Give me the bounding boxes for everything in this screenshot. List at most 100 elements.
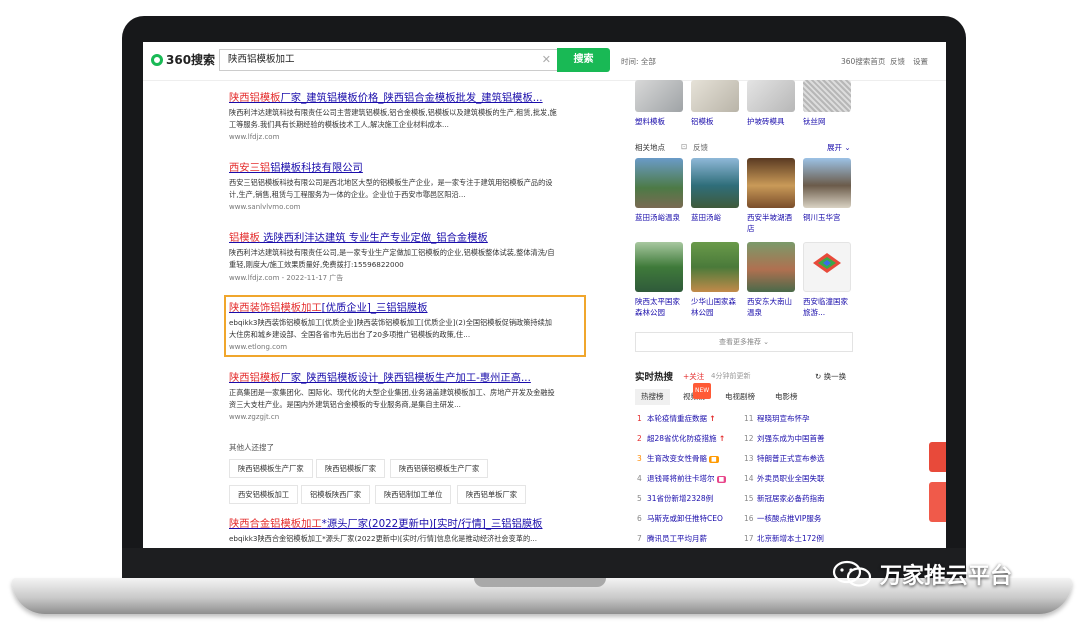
place-image[interactable] <box>803 158 851 208</box>
product-caption[interactable]: 铝模板 <box>691 116 714 127</box>
result-url[interactable]: www.lfdjz.com - 2022-11-17 广告 <box>229 273 559 283</box>
hot-item[interactable]: 3 生育改变女性骨骼 ■ <box>637 453 719 464</box>
result-item: 陕西合金铝模板加工*源头厂家(2022更新中)[实时/行情]_三铝铝膜板 ebq… <box>229 518 559 545</box>
place-caption[interactable]: 西安东大南山温泉 <box>747 296 795 318</box>
hot-item[interactable]: 14 外卖员职业全国失联 <box>744 473 825 484</box>
place-image[interactable] <box>635 242 683 292</box>
related-chip[interactable]: 陕西铝模板生产厂家 <box>229 459 313 478</box>
hot-item[interactable]: 15 新冠居家必备药指南 <box>744 493 825 504</box>
result-desc: 陕西利沣达建筑科技有限责任公司,是一家专业生产定做加工铝模板的企业,铝模板整体试… <box>229 248 555 269</box>
feedback-link[interactable]: 反馈 <box>890 56 905 67</box>
result-desc: 陕西利沣达建筑科技有限责任公司主营建筑铝模板,铝合金模板,铝模板以及建筑模板的生… <box>229 108 557 129</box>
result-url[interactable]: www.etlong.com <box>229 343 559 351</box>
view-more-button[interactable]: 查看更多推荐 ⌄ <box>635 332 853 352</box>
hot-item[interactable]: 16 一核酸点推VIP服务 <box>744 513 821 524</box>
chevron-down-icon: ⌄ <box>842 143 851 152</box>
place-caption[interactable]: 蓝田汤峪温泉 <box>635 212 683 223</box>
place-caption[interactable]: 陕西太平国家森林公园 <box>635 296 683 318</box>
side-float-widget[interactable] <box>929 442 946 472</box>
result-url[interactable]: www.sanlvlvmo.com <box>229 203 559 211</box>
place-image[interactable] <box>691 158 739 208</box>
product-image[interactable] <box>635 80 683 112</box>
time-filter[interactable]: 时间: 全部 <box>621 56 656 67</box>
result-title[interactable]: 陕西合金铝模板加工*源头厂家(2022更新中)[实时/行情]_三铝铝膜板 <box>229 518 559 531</box>
tab-hot[interactable]: 热搜榜 <box>635 389 670 405</box>
settings-link[interactable]: 设置 <box>913 56 928 67</box>
hot-item[interactable]: 13 特朗普正式宣布参选 <box>744 453 825 464</box>
place-image[interactable] <box>747 242 795 292</box>
place-caption[interactable]: 西安半坡湖酒店 <box>747 212 795 234</box>
product-image[interactable] <box>691 80 739 112</box>
search-button[interactable]: 搜索 <box>557 48 610 72</box>
logo-mark-icon <box>813 253 841 273</box>
product-image[interactable] <box>747 80 795 112</box>
place-image[interactable] <box>691 242 739 292</box>
new-tag-icon: ■ <box>716 476 727 483</box>
tab-tv[interactable]: 电视剧榜 <box>719 389 761 405</box>
browser-screen: 360搜索 陕西铝模板加工 ✕ 搜索 时间: 全部 360搜索首页 反馈 设置 … <box>143 42 946 548</box>
refresh-button[interactable]: ↻ 换一换 <box>815 371 846 382</box>
follow-button[interactable]: +关注 <box>683 371 704 382</box>
rise-arrow-icon: ↑ <box>718 434 726 443</box>
logo-icon <box>151 53 163 66</box>
related-chip[interactable]: 铝模板陕西厂家 <box>301 485 371 504</box>
related-places-title: 相关地点 <box>635 143 665 152</box>
result-desc: 西安三铝铝模板科技有限公司是西北地区大型的铝模板生产企业，是一家专注于建筑用铝模… <box>229 178 553 199</box>
product-caption[interactable]: 护坡砖模具 <box>747 116 785 127</box>
result-title[interactable]: 铝模板 选陕西利沣达建筑 专业生产专业定做_铝合金模板 <box>229 232 559 245</box>
result-title[interactable]: 陕西铝模板厂家_陕西铝模板设计_陕西铝模板生产加工-惠州正高... <box>229 372 559 385</box>
result-title[interactable]: 西安三铝铝模板科技有限公司 <box>229 162 559 175</box>
result-item-highlighted: 陕西装饰铝模板加工[优质企业]_三铝铝膜板 ebqikk3陕西装饰铝模板加工[优… <box>229 302 559 351</box>
hot-item[interactable]: 17 北京新增本土172例 <box>744 533 824 544</box>
place-caption[interactable]: 少华山国家森林公园 <box>691 296 739 318</box>
place-image[interactable] <box>747 158 795 208</box>
place-caption[interactable]: 铜川玉华宫 <box>803 212 851 223</box>
clear-icon[interactable]: ✕ <box>542 50 551 70</box>
place-logo-image[interactable] <box>803 242 851 292</box>
update-time: 4分钟前更新 <box>711 372 751 380</box>
result-desc: ebqikk3陕西装饰铝模板加工[优质企业]陕西装饰铝模板加工[优质企业](2)… <box>229 318 552 339</box>
related-chip[interactable]: 陕西铝模板厂家 <box>316 459 386 478</box>
tab-movie[interactable]: 电影榜 <box>769 389 804 405</box>
result-item: 陕西铝模板厂家_建筑铝模板价格_陕西铝合金模板批发_建筑铝模板... 陕西利沣达… <box>229 92 559 141</box>
hot-item[interactable]: 4 退钱哥将前往卡塔尔 ■ <box>637 473 727 484</box>
chevron-down-icon: ⌄ <box>760 338 770 346</box>
result-title[interactable]: 陕西装饰铝模板加工[优质企业]_三铝铝膜板 <box>229 302 559 315</box>
tab-video[interactable]: 视频榜NEW <box>677 383 712 405</box>
result-item: 铝模板 选陕西利沣达建筑 专业生产专业定做_铝合金模板 陕西利沣达建筑科技有限责… <box>229 232 559 283</box>
hot-item[interactable]: 2 超28省优化防疫措施 ↑ <box>637 433 725 444</box>
places-feedback[interactable]: 反馈 <box>693 142 708 153</box>
result-url[interactable]: www.lfdjz.com <box>229 133 559 141</box>
hot-item[interactable]: 12 刘强东成为中国首善 <box>744 433 825 444</box>
place-caption[interactable]: 西安临潼国家旅游... <box>803 296 851 318</box>
rise-arrow-icon: ↑ <box>709 414 716 423</box>
related-chip[interactable]: 陕西铝单板厂家 <box>457 485 527 504</box>
search-header: 360搜索 陕西铝模板加工 ✕ 搜索 时间: 全部 360搜索首页 反馈 设置 <box>143 42 946 81</box>
result-item: 陕西铝模板厂家_陕西铝模板设计_陕西铝模板生产加工-惠州正高... 正高集团是一… <box>229 372 559 421</box>
product-caption[interactable]: 钛丝网 <box>803 116 826 127</box>
related-chip[interactable]: 西安铝模板加工 <box>229 485 299 504</box>
place-caption[interactable]: 蓝田汤峪 <box>691 212 739 223</box>
place-image[interactable] <box>635 158 683 208</box>
result-title[interactable]: 陕西铝模板厂家_建筑铝模板价格_陕西铝合金模板批发_建筑铝模板... <box>229 92 559 105</box>
wechat-icon <box>832 560 872 587</box>
hot-item[interactable]: 6 马斯克或卸任推特CEO <box>637 513 723 524</box>
hot-tag-icon: ■ <box>709 456 719 463</box>
related-chip[interactable]: 陕西铝制加工单位 <box>375 485 452 504</box>
expand-link[interactable]: 展开 ⌄ <box>827 142 851 153</box>
hot-item[interactable]: 5 31省份新增2328例 <box>637 493 713 504</box>
hot-item[interactable]: 11 程晓玥宣布怀孕 <box>744 413 810 424</box>
feedback-icon[interactable]: ⊡ <box>681 142 687 151</box>
result-url[interactable]: www.zgzgjt.cn <box>229 413 559 421</box>
gift-icon[interactable] <box>929 482 946 522</box>
result-item: 西安三铝铝模板科技有限公司 西安三铝铝模板科技有限公司是西北地区大型的铝模板生产… <box>229 162 559 211</box>
site-logo[interactable]: 360搜索 <box>151 51 215 68</box>
search-input[interactable]: 陕西铝模板加工 ✕ <box>219 49 557 71</box>
hot-item[interactable]: 7 腾讯员工平均月薪 <box>637 533 707 544</box>
hot-item[interactable]: 1 本轮疫情重症数据 ↑ <box>637 413 716 424</box>
related-chip[interactable]: 陕西铝镁铝模板生产厂家 <box>390 459 489 478</box>
watermark: 万家推云平台 <box>832 558 1012 590</box>
product-caption[interactable]: 塑料模板 <box>635 116 665 127</box>
product-image[interactable] <box>803 80 851 112</box>
home-link[interactable]: 360搜索首页 <box>841 56 885 67</box>
